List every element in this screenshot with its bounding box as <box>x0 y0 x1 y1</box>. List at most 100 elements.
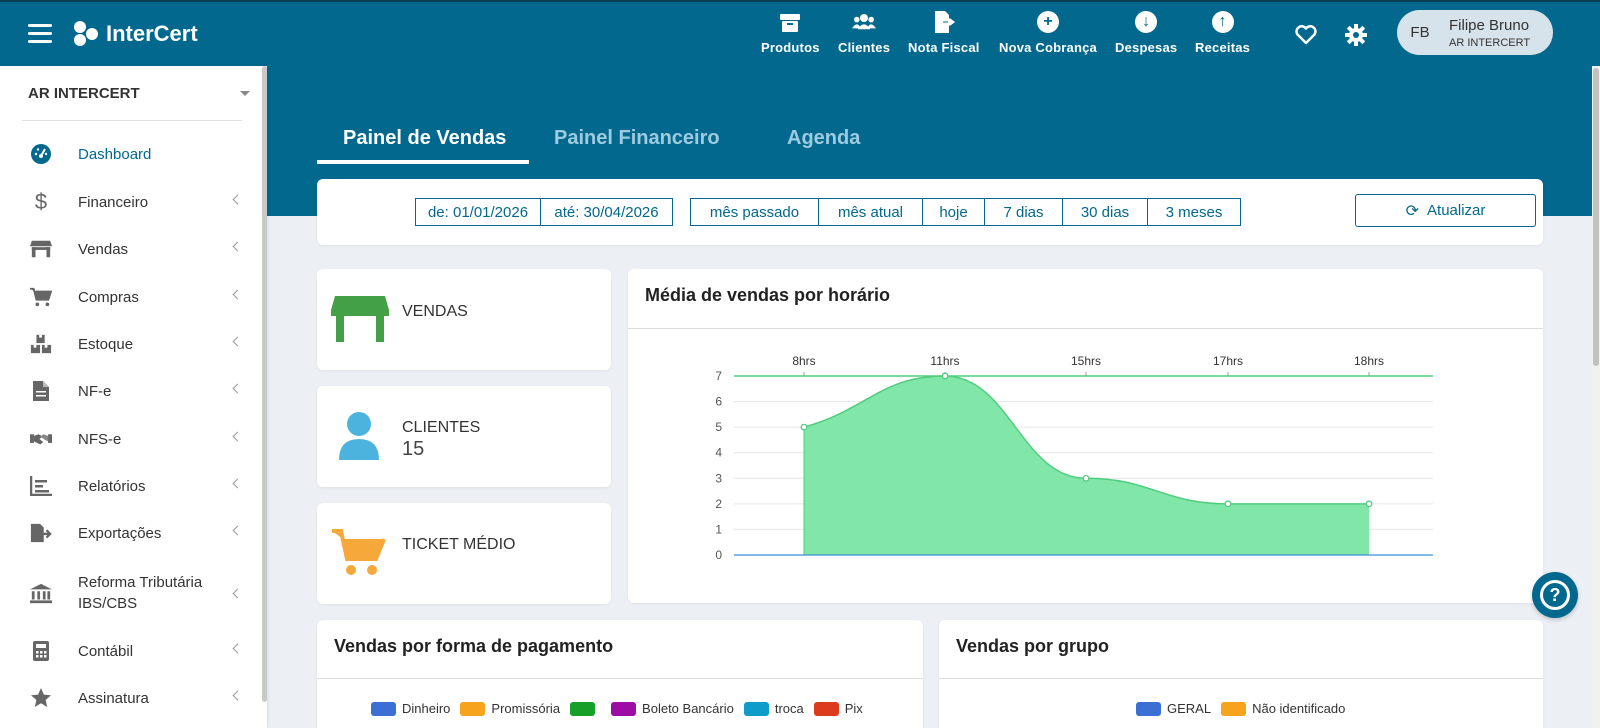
sidebar-item-exportacoes[interactable]: Exportações <box>22 513 252 553</box>
ticket-medio-label: TICKET MÉDIO <box>402 536 516 553</box>
tab-agenda[interactable]: Agenda <box>787 127 860 150</box>
payment-legend-item[interactable] <box>570 701 601 716</box>
sidebar-item-nfse[interactable]: NFS-e <box>22 419 252 459</box>
sales-by-hour-chart: 0 1 2 3 4 5 6 7 8hrs 11hrs 15hrs 17hrs 18hrs <box>715 354 1433 562</box>
caret-down-icon[interactable] <box>240 91 250 96</box>
sidebar-divider <box>22 120 242 121</box>
date-to-field[interactable]: até: 30/04/2026 <box>540 198 673 226</box>
nav-despesas[interactable]: ↓ Despesas <box>1115 10 1177 55</box>
sidebar-item-vendas[interactable]: Vendas <box>22 229 252 269</box>
legend-label: Não identificado <box>1252 701 1346 716</box>
legend-swatch <box>460 701 486 716</box>
legend-label: Dinheiro <box>402 701 451 716</box>
y-tick-label: 0 <box>715 548 722 562</box>
box-icon <box>778 10 802 34</box>
legend-label: GERAL <box>1167 701 1212 716</box>
legend-label: Pix <box>844 701 863 716</box>
group-legend-item[interactable]: GERAL <box>1136 701 1211 716</box>
chevron-left-icon <box>232 241 243 252</box>
clientes-label: CLIENTES <box>402 419 481 436</box>
tab-painel-de-vendas[interactable]: Painel de Vendas <box>343 127 506 150</box>
chevron-left-icon <box>232 525 243 536</box>
legend-swatch <box>743 701 769 716</box>
x-tick-label: 17hrs <box>1213 354 1243 368</box>
chart-icon <box>30 475 52 497</box>
preset-mes-atual[interactable]: mês atual <box>818 198 923 226</box>
menu-toggle-icon[interactable] <box>28 24 52 44</box>
sidebar-item-assinatura[interactable]: Assinatura <box>22 678 252 718</box>
file-icon <box>30 380 52 402</box>
cart-icon <box>332 527 386 582</box>
legend-swatch <box>611 701 637 716</box>
active-tab-indicator <box>317 160 529 164</box>
vendas-label: VENDAS <box>402 303 468 320</box>
company-selector[interactable]: AR INTERCERT <box>28 85 140 102</box>
payment-legend-item[interactable]: Dinheiro <box>371 701 450 716</box>
nav-receitas[interactable]: ↑ Receitas <box>1195 10 1250 55</box>
legend-label: troca <box>774 701 804 716</box>
payment-legend-item[interactable]: troca <box>743 701 804 716</box>
file-export-icon <box>932 10 956 34</box>
help-button[interactable]: ? <box>1532 572 1578 618</box>
dollar-icon: $ <box>34 189 48 214</box>
heart-icon[interactable] <box>1294 23 1318 47</box>
date-from-field[interactable]: de: 01/01/2026 <box>415 198 541 226</box>
chevron-left-icon <box>232 643 243 654</box>
refresh-button[interactable]: ⟳ Atualizar <box>1355 194 1536 227</box>
handshake-icon <box>30 428 52 450</box>
data-point <box>1082 474 1090 482</box>
sidebar-item-contabil[interactable]: Contábil <box>22 631 252 671</box>
data-point <box>941 372 949 380</box>
preset-7-dias[interactable]: 7 dias <box>984 198 1063 226</box>
y-tick-label: 1 <box>715 522 722 536</box>
sidebar-scrollbar[interactable] <box>262 66 267 702</box>
gear-icon[interactable] <box>1344 23 1368 47</box>
payment-title: Vendas por forma de pagamento <box>334 636 614 656</box>
nav-nota-fiscal[interactable]: Nota Fiscal <box>908 10 980 55</box>
preset-30-dias[interactable]: 30 dias <box>1062 198 1148 226</box>
chevron-left-icon <box>232 336 243 347</box>
group-legend-item[interactable]: Não identificado <box>1221 701 1345 716</box>
nav-nova-cobranca[interactable]: + Nova Cobrança <box>999 10 1097 55</box>
arrow-up-circle-icon: ↑ <box>1211 10 1235 34</box>
page-scrollbar[interactable] <box>1592 66 1600 728</box>
sidebar-item-relatorios[interactable]: Relatórios <box>22 466 252 506</box>
users-icon <box>852 10 877 34</box>
preset-mes-passado[interactable]: mês passado <box>690 198 819 226</box>
nav-clientes[interactable]: Clientes <box>838 10 890 55</box>
y-tick-label: 7 <box>715 369 722 383</box>
avatar: FB <box>1410 24 1430 41</box>
chevron-left-icon <box>232 383 243 394</box>
clientes-value: 15 <box>402 438 425 460</box>
preset-hoje[interactable]: hoje <box>922 198 985 226</box>
question-icon: ? <box>1540 580 1570 610</box>
tab-painel-financeiro[interactable]: Painel Financeiro <box>554 127 720 150</box>
sidebar-item-reforma-tributaria[interactable]: Reforma Tributária IBS/CBS <box>22 572 252 616</box>
payment-legend-item[interactable]: Boleto Bancário <box>611 701 734 716</box>
y-tick-label: 4 <box>715 446 722 460</box>
payment-legend-item[interactable]: Promissória <box>460 701 560 716</box>
user-menu[interactable]: FB Filipe Bruno AR INTERCERT <box>1397 10 1553 55</box>
sidebar-item-nfe[interactable]: NF-e <box>22 371 252 411</box>
x-tick-label: 15hrs <box>1071 354 1101 368</box>
brand-logo[interactable]: InterCert <box>72 20 198 48</box>
sidebar-item-estoque[interactable]: Estoque <box>22 324 252 364</box>
star-icon <box>30 687 52 709</box>
x-tick-label: 18hrs <box>1354 354 1384 368</box>
user-name: Filipe Bruno <box>1449 16 1530 34</box>
y-tick-label: 6 <box>715 395 722 409</box>
sidebar-item-dashboard[interactable]: Dashboard <box>22 134 252 174</box>
sidebar-item-compras[interactable]: Compras <box>22 277 252 317</box>
nav-produtos[interactable]: Produtos <box>761 10 820 55</box>
brand-name: InterCert <box>106 21 198 46</box>
group-title: Vendas por grupo <box>956 636 1110 656</box>
payment-legend-item[interactable]: Pix <box>813 701 863 716</box>
group-divider <box>939 678 1543 679</box>
payment-divider <box>317 678 923 679</box>
data-point <box>1224 500 1232 508</box>
sidebar-item-financeiro[interactable]: $ Financeiro <box>22 182 252 222</box>
user-org: AR INTERCERT <box>1449 36 1531 49</box>
preset-3-meses[interactable]: 3 meses <box>1147 198 1241 226</box>
cart-icon <box>30 286 52 308</box>
refresh-icon: ⟳ <box>1405 202 1420 220</box>
